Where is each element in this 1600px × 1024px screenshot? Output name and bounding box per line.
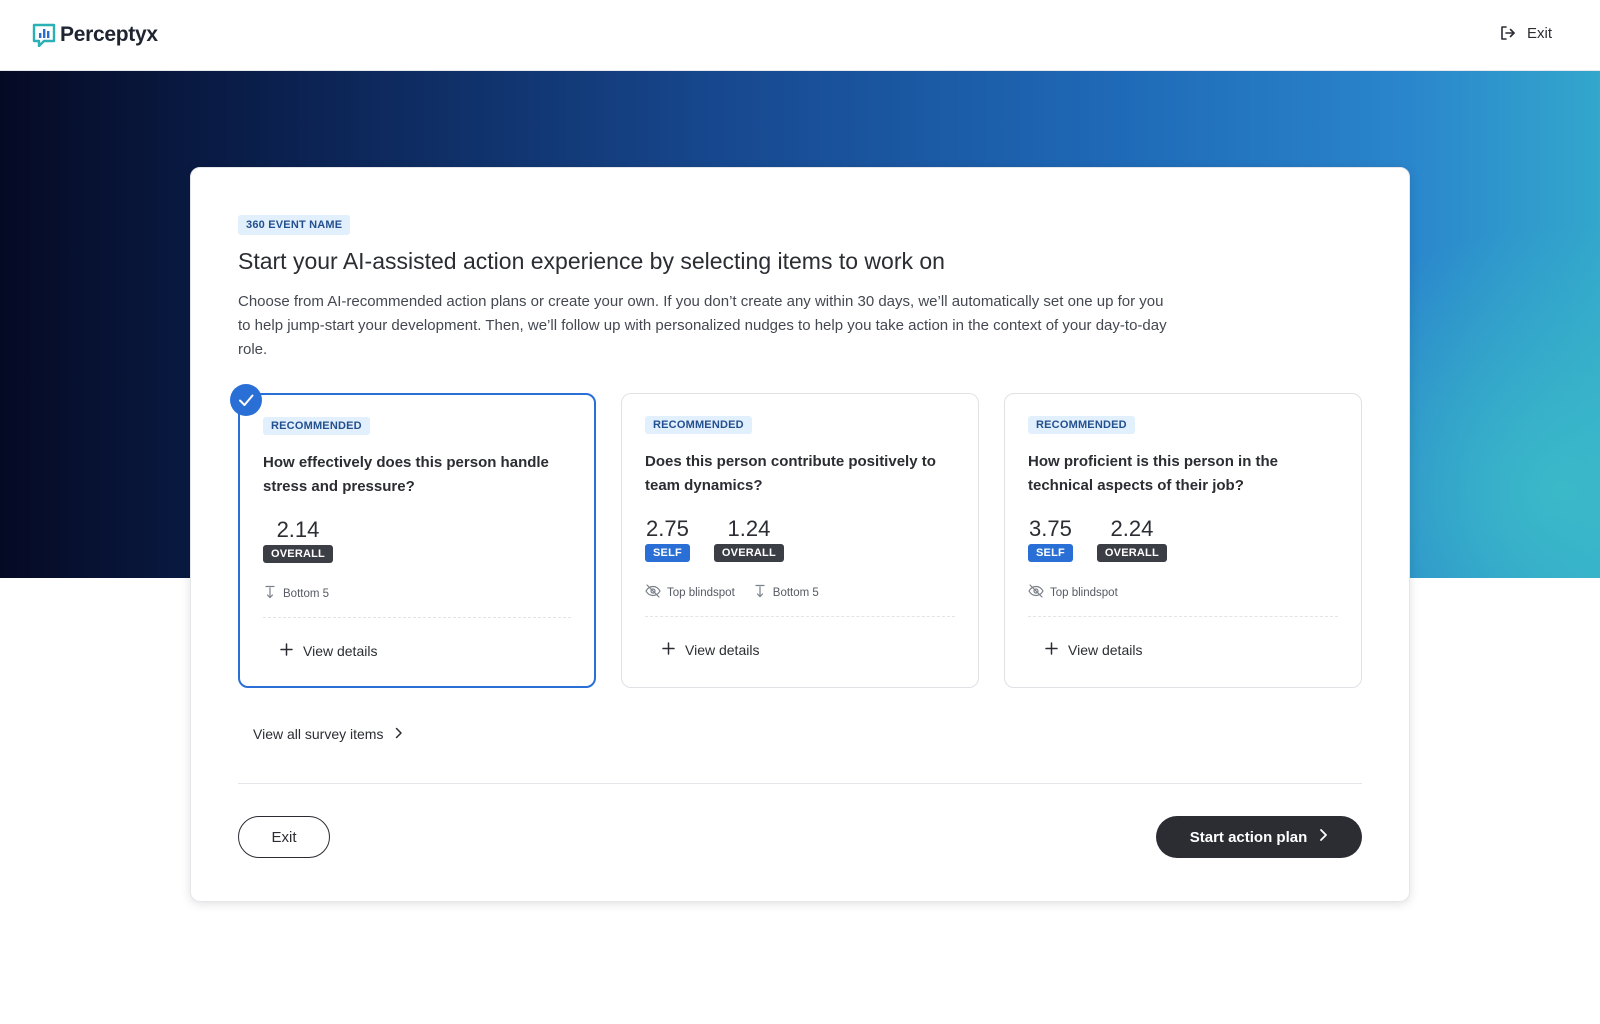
start-action-plan-button[interactable]: Start action plan — [1156, 816, 1362, 858]
view-all-survey-items-link[interactable]: View all survey items — [253, 726, 403, 742]
blindspot-tag: Top blindspot — [1028, 584, 1118, 601]
self-score-value: 3.75 — [1029, 516, 1072, 541]
plus-icon — [280, 643, 293, 659]
item-tags: Bottom 5 — [263, 585, 329, 602]
blindspot-tag-label: Top blindspot — [1050, 586, 1118, 599]
eye-off-icon — [1028, 584, 1044, 601]
overall-score-value: 2.24 — [1110, 516, 1154, 541]
self-label: SELF — [645, 544, 690, 562]
self-score: 3.75 SELF — [1028, 516, 1073, 562]
start-action-plan-label: Start action plan — [1189, 828, 1308, 846]
view-details-button[interactable]: View details — [1045, 642, 1142, 658]
self-score-value: 2.75 — [646, 516, 689, 541]
plus-icon — [1045, 642, 1058, 658]
item-question: Does this person contribute positively t… — [645, 453, 936, 494]
score-group: 3.75 SELF 2.24 OVERALL — [1028, 516, 1167, 562]
overall-score: 2.14 OVERALL — [263, 517, 333, 563]
blindspot-tag-label: Top blindspot — [667, 586, 735, 599]
item-tags: Top blindspot Bottom 5 — [645, 584, 819, 601]
view-all-label: View all survey items — [253, 726, 384, 742]
arrow-down-icon — [263, 585, 277, 602]
self-label: SELF — [1028, 544, 1073, 562]
recommended-badge: RECOMMENDED — [1028, 416, 1135, 434]
plus-icon — [662, 642, 675, 658]
item-question: How proficient is this person in the tec… — [1028, 453, 1279, 494]
page-title: Start your AI-assisted action experience… — [238, 248, 945, 274]
overall-score: 1.24 OVERALL — [713, 516, 784, 562]
overall-label: OVERALL — [713, 544, 784, 562]
item-tags: Top blindspot — [1028, 584, 1118, 601]
logo[interactable]: Perceptyx — [32, 22, 158, 48]
chevron-right-icon — [1319, 828, 1328, 846]
footer-divider — [238, 783, 1362, 784]
main-card: 360 EVENT NAME Start your AI-assisted ac… — [190, 167, 1410, 902]
survey-item-card[interactable]: RECOMMENDED Does this person contribute … — [621, 393, 979, 688]
exit-button[interactable]: Exit — [238, 816, 330, 858]
view-details-label: View details — [1068, 642, 1143, 658]
self-score: 2.75 SELF — [645, 516, 690, 562]
checkmark-icon — [230, 384, 262, 416]
exit-button-label: Exit — [271, 828, 297, 846]
bottom-tag-label: Bottom 5 — [283, 587, 330, 600]
divider — [645, 616, 955, 617]
top-bar: Perceptyx Exit — [0, 0, 1600, 71]
blindspot-tag: Top blindspot — [645, 584, 735, 601]
overall-score: 2.24 OVERALL — [1096, 516, 1167, 562]
item-question: How effectively does this person handle … — [263, 454, 549, 495]
overall-score-value: 2.14 — [276, 517, 320, 542]
overall-score-value: 1.24 — [727, 516, 771, 541]
view-details-button[interactable]: View details — [662, 642, 759, 658]
recommended-badge: RECOMMENDED — [645, 416, 752, 434]
bottom-tag: Bottom 5 — [753, 584, 819, 601]
divider — [263, 617, 571, 618]
header-exit-label: Exit — [1526, 24, 1552, 42]
bottom-tag: Bottom 5 — [263, 585, 329, 602]
view-details-button[interactable]: View details — [280, 643, 377, 659]
intro-text: Choose from AI-recommended action plans … — [238, 293, 1167, 358]
perceptyx-logo-icon — [32, 23, 56, 48]
view-details-label: View details — [303, 643, 378, 659]
eye-off-icon — [645, 584, 661, 601]
view-details-label: View details — [685, 642, 760, 658]
event-name-badge: 360 EVENT NAME — [238, 215, 351, 235]
survey-item-card[interactable]: RECOMMENDED How proficient is this perso… — [1004, 393, 1362, 688]
arrow-down-icon — [753, 584, 767, 601]
bottom-tag-label: Bottom 5 — [772, 586, 819, 599]
recommended-badge: RECOMMENDED — [263, 417, 370, 435]
logo-text: Perceptyx — [60, 23, 158, 46]
exit-icon — [1499, 24, 1517, 42]
divider — [1028, 616, 1338, 617]
overall-label: OVERALL — [1096, 544, 1167, 562]
overall-label: OVERALL — [263, 545, 333, 563]
score-group: 2.75 SELF 1.24 OVERALL — [645, 516, 784, 562]
chevron-right-icon — [395, 726, 403, 742]
score-group: 2.14 OVERALL — [263, 517, 333, 563]
survey-item-card[interactable]: RECOMMENDED How effectively does this pe… — [230, 384, 596, 688]
header-exit-button[interactable]: Exit — [1499, 24, 1552, 42]
